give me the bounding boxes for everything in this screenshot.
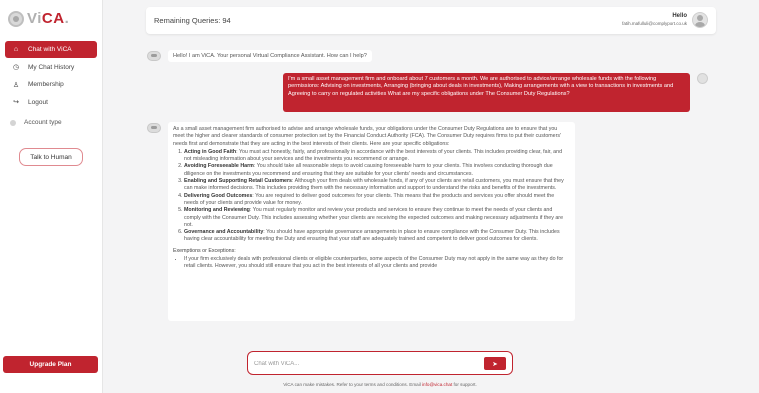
- account-type-icon: [10, 119, 16, 126]
- sidebar-nav: ⌂ Chat with ViCA ◷ My Chat History ♙ Mem…: [5, 41, 97, 111]
- header-bar: Remaining Queries: 94 Hello fatih.mafull…: [146, 7, 716, 34]
- list-item: Enabling and Supporting Retail Customers…: [184, 178, 570, 193]
- sidebar-item-logout[interactable]: ↪ Logout: [5, 94, 97, 111]
- logo-text: ViCA.: [27, 10, 70, 27]
- sidebar-item-label: Logout: [28, 98, 48, 106]
- bot-greeting-message: Hello! I am ViCA. Your personal Virtual …: [168, 50, 372, 62]
- list-item: Delivering Good Outcomes: You are requir…: [184, 193, 570, 208]
- exemptions-list: If your firm exclusively deals with prof…: [184, 256, 570, 271]
- response-intro: As a small asset management firm authori…: [173, 126, 562, 147]
- user-greeting: Hello: [672, 13, 687, 19]
- remaining-queries: Remaining Queries: 94: [154, 16, 231, 25]
- list-item: Monitoring and Reviewing: You must regul…: [184, 207, 570, 229]
- bot-avatar-icon: [147, 51, 161, 61]
- vica-logo: ViCA.: [8, 10, 69, 27]
- send-button[interactable]: ➤: [484, 357, 506, 370]
- sidebar-item-label: Membership: [28, 81, 64, 88]
- user-avatar-icon: [697, 73, 708, 84]
- footer-disclaimer: ViCA can make mistakes. Refer to your te…: [283, 382, 477, 387]
- list-item: Avoiding Foreseeable Harm: You should ta…: [184, 163, 570, 178]
- upgrade-plan-button[interactable]: Upgrade Plan: [3, 356, 98, 373]
- sidebar-item-label: My Chat History: [28, 63, 75, 71]
- sidebar-item-membership[interactable]: ♙ Membership: [5, 76, 97, 93]
- obligations-list: Acting in Good Faith: You must act hones…: [184, 149, 570, 244]
- bot-avatar-icon: [147, 123, 161, 133]
- avatar[interactable]: [692, 12, 708, 28]
- user-message: I'm a small asset management firm and on…: [283, 73, 690, 112]
- user-email: fatih.mafulluli@complyport.co.uk: [622, 21, 687, 26]
- send-icon: ➤: [492, 360, 498, 368]
- bot-response-message: As a small asset management firm authori…: [168, 122, 575, 321]
- support-email-link[interactable]: info@vica.chat: [422, 382, 452, 387]
- list-item: Acting in Good Faith: You must act hones…: [184, 149, 570, 164]
- chat-input[interactable]: [254, 358, 474, 369]
- list-item: If your firm exclusively deals with prof…: [184, 256, 570, 271]
- sidebar-item-label: Chat with ViCA: [28, 46, 72, 53]
- user-plus-icon: ♙: [12, 81, 20, 89]
- user-info: Hello fatih.mafulluli@complyport.co.uk: [622, 13, 687, 26]
- clock-icon: ◷: [12, 64, 20, 71]
- home-icon: ⌂: [13, 46, 19, 53]
- chat-input-container: ➤: [247, 351, 513, 375]
- talk-to-human-button[interactable]: Talk to Human: [19, 148, 83, 166]
- robot-logo-icon: [8, 10, 24, 27]
- account-type: Account type: [10, 119, 62, 126]
- sidebar-item-chat-with-vica[interactable]: ⌂ Chat with ViCA: [5, 41, 97, 58]
- account-type-label: Account type: [24, 119, 62, 126]
- logout-icon: ↪: [13, 99, 19, 106]
- sidebar: ViCA. ⌂ Chat with ViCA ◷ My Chat History…: [0, 0, 103, 393]
- exemptions-heading: Exemptions or Exceptions:: [173, 247, 236, 254]
- list-item: Governance and Accountability: You shoul…: [184, 229, 570, 244]
- sidebar-item-chat-history[interactable]: ◷ My Chat History: [5, 59, 97, 76]
